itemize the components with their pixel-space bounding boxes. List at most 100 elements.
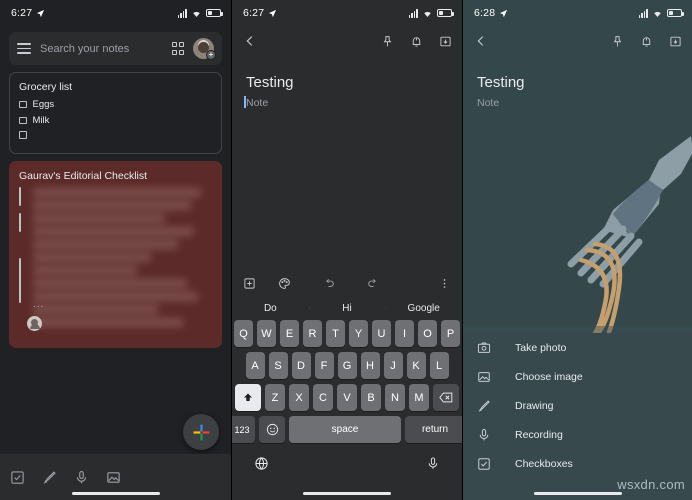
add-box-icon[interactable] xyxy=(243,277,256,290)
key-c[interactable]: C xyxy=(313,384,333,411)
checklist-item[interactable]: Eggs xyxy=(19,99,212,110)
new-drawing-icon[interactable] xyxy=(42,470,57,485)
checklist-item[interactable]: Milk xyxy=(19,115,212,126)
wifi-icon xyxy=(654,11,661,17)
signal-bars-icon xyxy=(638,8,648,18)
location-arrow-icon xyxy=(269,9,277,17)
sheet-item-recording[interactable]: Recording xyxy=(463,420,692,449)
key-j[interactable]: J xyxy=(383,352,403,379)
key-w[interactable]: W xyxy=(257,320,276,347)
checkbox-icon[interactable] xyxy=(19,100,27,109)
key-p[interactable]: P xyxy=(441,320,460,347)
archive-icon[interactable] xyxy=(439,35,452,48)
key-b[interactable]: B xyxy=(361,384,381,411)
shift-key[interactable] xyxy=(235,384,261,411)
key-q[interactable]: Q xyxy=(234,320,253,347)
checkbox-icon[interactable] xyxy=(19,283,21,303)
status-right xyxy=(638,8,684,18)
plus-icon xyxy=(193,424,209,440)
emoji-icon xyxy=(266,423,278,436)
home-indicator xyxy=(533,492,622,495)
new-recording-icon[interactable] xyxy=(74,470,89,485)
suggestion-chip[interactable]: Google xyxy=(385,303,462,314)
battery-icon xyxy=(437,9,454,17)
note-body-field[interactable]: Note xyxy=(232,91,462,109)
checkbox-icon[interactable] xyxy=(19,186,21,206)
status-right xyxy=(177,8,223,18)
color-palette-icon[interactable] xyxy=(278,277,291,290)
backspace-key[interactable] xyxy=(433,384,459,411)
voice-input-icon[interactable] xyxy=(426,456,440,471)
checkbox-icon[interactable] xyxy=(19,212,21,232)
home-indicator xyxy=(303,492,391,495)
location-arrow-icon xyxy=(500,9,508,17)
key-u[interactable]: U xyxy=(372,320,391,347)
hamburger-menu-icon[interactable] xyxy=(17,43,31,54)
key-v[interactable]: V xyxy=(337,384,357,411)
key-f[interactable]: F xyxy=(314,352,334,379)
sheet-item-checkboxes[interactable]: Checkboxes xyxy=(463,449,692,478)
sheet-item-drawing[interactable]: Drawing xyxy=(463,391,692,420)
key-e[interactable]: E xyxy=(280,320,299,347)
language-globe-icon[interactable] xyxy=(254,456,269,471)
keyboard-bottom-row xyxy=(232,448,462,478)
search-bar[interactable]: Search your notes + xyxy=(9,32,222,65)
fork-illustration-svg xyxy=(463,136,692,338)
search-input[interactable]: Search your notes xyxy=(40,43,163,55)
note-title: Grocery list xyxy=(19,81,73,93)
key-t[interactable]: T xyxy=(326,320,345,347)
key-a[interactable]: A xyxy=(245,352,265,379)
note-title-field[interactable]: Testing xyxy=(463,56,692,91)
emoji-key[interactable] xyxy=(259,416,285,443)
fork-with-spaghetti-illustration xyxy=(463,118,692,338)
space-key[interactable]: space xyxy=(289,416,401,443)
key-i[interactable]: I xyxy=(395,320,414,347)
key-d[interactable]: D xyxy=(291,352,311,379)
note-title: Gaurav's Editorial Checklist xyxy=(19,169,148,182)
new-checklist-icon[interactable] xyxy=(10,470,25,485)
new-image-icon[interactable] xyxy=(106,470,121,485)
account-avatar-icon[interactable]: + xyxy=(193,38,216,60)
editor-toolbar-left xyxy=(243,277,291,290)
key-r[interactable]: R xyxy=(303,320,322,347)
note-card-editorial-checklist[interactable]: Gaurav's Editorial Checklist ... xyxy=(9,160,222,348)
key-s[interactable]: S xyxy=(268,352,288,379)
key-m[interactable]: M xyxy=(409,384,429,411)
sheet-item-take-photo[interactable]: Take photo xyxy=(463,333,692,362)
return-key[interactable]: return xyxy=(405,416,462,443)
key-y[interactable]: Y xyxy=(349,320,368,347)
back-arrow-icon[interactable] xyxy=(243,34,257,48)
battery-icon xyxy=(206,9,223,17)
reminder-bell-icon[interactable] xyxy=(410,35,423,48)
checkbox-icon[interactable] xyxy=(19,131,27,139)
key-o[interactable]: O xyxy=(418,320,437,347)
checkbox-icon[interactable] xyxy=(19,116,27,125)
status-clock: 6:27 xyxy=(243,7,265,19)
key-n[interactable]: N xyxy=(385,384,405,411)
archive-icon[interactable] xyxy=(669,35,682,48)
key-g[interactable]: G xyxy=(337,352,357,379)
more-vert-icon[interactable] xyxy=(438,277,451,290)
pin-icon[interactable] xyxy=(381,35,394,48)
create-note-fab[interactable] xyxy=(183,414,219,450)
suggestion-chip[interactable]: Hi xyxy=(308,303,386,314)
note-card-grocery-list[interactable]: Grocery list Eggs Milk xyxy=(9,72,222,154)
key-l[interactable]: L xyxy=(429,352,449,379)
undo-icon[interactable] xyxy=(323,277,336,290)
key-z[interactable]: Z xyxy=(265,384,285,411)
numeric-key[interactable]: 123 xyxy=(232,416,255,443)
grid-view-icon[interactable] xyxy=(171,42,184,55)
key-x[interactable]: X xyxy=(289,384,309,411)
checklist-item[interactable] xyxy=(19,131,212,139)
redo-icon[interactable] xyxy=(366,277,379,290)
key-h[interactable]: H xyxy=(360,352,380,379)
reminder-bell-icon[interactable] xyxy=(640,35,653,48)
suggestion-chip[interactable]: Do xyxy=(232,303,309,314)
pin-icon[interactable] xyxy=(611,35,624,48)
note-body-field[interactable]: Note xyxy=(463,91,692,109)
key-k[interactable]: K xyxy=(406,352,426,379)
back-arrow-icon[interactable] xyxy=(474,34,488,48)
note-title-field[interactable]: Testing xyxy=(232,56,462,91)
sheet-item-choose-image[interactable]: Choose image xyxy=(463,362,692,391)
collaborator-avatar-icon xyxy=(27,315,42,331)
